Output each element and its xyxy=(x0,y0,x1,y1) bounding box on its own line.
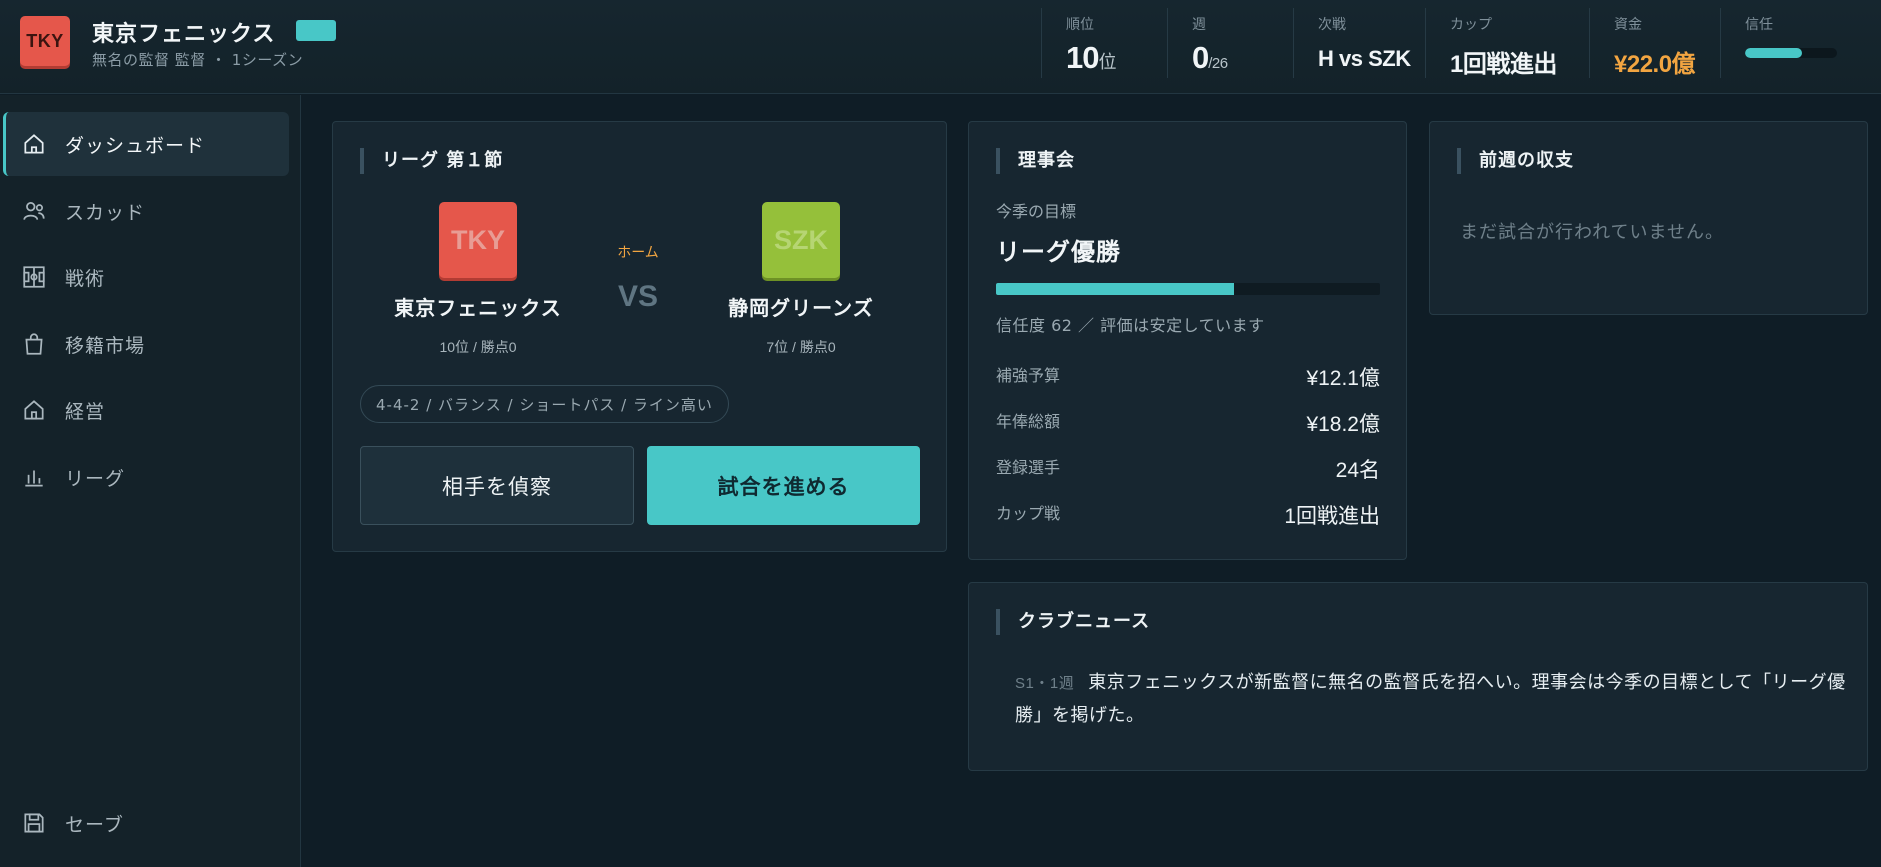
stat-funds-value: ¥22.0億 xyxy=(1614,51,1696,78)
finance-title: 前週の収支 xyxy=(1457,148,1574,174)
stat-cup-label: カップ xyxy=(1450,17,1492,33)
away-team-name: 静岡グリーンズ xyxy=(728,296,874,320)
sidebar-item-label: ダッシュボード xyxy=(65,134,206,157)
season-goal-value: リーグ優勝 xyxy=(996,238,1121,266)
stat-week-number: 0 xyxy=(1192,40,1209,75)
stat-next-label: 次戦 xyxy=(1318,17,1346,33)
stat-week: 週 0/26 xyxy=(1167,8,1293,78)
club-tag-badge xyxy=(296,20,336,41)
save-button[interactable]: セーブ xyxy=(3,791,289,855)
sidebar-item-label: スカッド xyxy=(65,201,146,224)
board-card: 理事会 今季の目標 リーグ優勝 信任度 62 ／ 評価は安定しています 補強予算… xyxy=(968,121,1407,560)
stat-rank-unit: 位 xyxy=(1098,52,1116,72)
stat-next-value: H vs SZK xyxy=(1318,46,1411,71)
stat-rank: 順位 10位 xyxy=(1041,8,1167,78)
play-match-button[interactable]: 試合を進める xyxy=(647,446,920,525)
row-value: 1回戦進出 xyxy=(1284,505,1380,528)
stat-cup-value: 1回戦進出 xyxy=(1450,51,1557,78)
stat-rank-value: 10位 xyxy=(1066,40,1167,76)
season-goal-label: 今季の目標 xyxy=(996,202,1077,221)
news-text: 東京フェニックスが新監督に無名の監督氏を招へい。理事会は今季の目標として「リーグ… xyxy=(1015,672,1846,726)
club-news-card: クラブニュース S1・1週 東京フェニックスが新監督に無名の監督氏を招へい。理事会… xyxy=(968,582,1868,771)
home-team-name: 東京フェニックス xyxy=(394,296,562,320)
row-key: 登録選手 xyxy=(996,458,1061,477)
news-date: S1・1週 xyxy=(1015,675,1075,692)
sidebar-item-league[interactable]: リーグ xyxy=(3,445,289,509)
tactics-board-icon xyxy=(21,264,47,290)
board-trust-text: 信任度 62 ／ 評価は安定しています xyxy=(996,316,1265,335)
sidebar-item-label: 戦術 xyxy=(65,267,106,290)
board-trust-fill xyxy=(996,283,1235,295)
row-value: ¥18.2億 xyxy=(1306,413,1380,436)
floppy-disk-icon xyxy=(21,810,47,836)
stat-week-value: 0/26 xyxy=(1192,40,1293,76)
save-label: セーブ xyxy=(65,813,124,836)
sidebar-item-squad[interactable]: スカッド xyxy=(3,179,289,243)
stat-trust-label: 信任 xyxy=(1745,17,1773,33)
row-key: カップ戦 xyxy=(996,504,1061,523)
stat-cup: カップ 1回戦進出 xyxy=(1425,8,1589,78)
stat-rank-number: 10 xyxy=(1066,40,1099,75)
trust-meter xyxy=(1745,48,1837,58)
users-icon xyxy=(21,198,47,224)
row-key: 年俸総額 xyxy=(996,412,1061,431)
trust-meter-fill xyxy=(1745,48,1803,58)
row-value: 24名 xyxy=(1335,459,1380,482)
home-team-badge: TKY xyxy=(439,202,517,278)
board-row-cup: カップ戦 1回戦進出 xyxy=(996,500,1380,530)
sidebar: ダッシュボード スカッド 戦術 移籍市場 経営 リーグ セーブ xyxy=(0,95,301,867)
scout-opponent-button[interactable]: 相手を偵察 xyxy=(360,446,634,525)
board-title: 理事会 xyxy=(996,148,1075,174)
board-row-registered-players: 登録選手 24名 xyxy=(996,454,1380,484)
manager-info: 無名の監督 監督 ・ 1シーズン xyxy=(92,51,304,69)
away-team-badge: SZK xyxy=(762,202,840,278)
top-header: TKY 東京フェニックス 無名の監督 監督 ・ 1シーズン 順位 10位 週 0… xyxy=(0,0,1881,94)
stat-rank-label: 順位 xyxy=(1066,17,1094,33)
finance-empty-message: まだ試合が行われていません。 xyxy=(1460,222,1725,243)
board-trust-bar xyxy=(996,283,1380,295)
home-indicator: ホーム xyxy=(617,245,659,261)
sidebar-item-tactics[interactable]: 戦術 xyxy=(3,245,289,309)
row-value: ¥12.1億 xyxy=(1306,367,1380,390)
club-badge: TKY xyxy=(20,16,70,66)
stat-trust: 信任 xyxy=(1720,8,1860,78)
club-name: 東京フェニックス xyxy=(92,22,276,47)
news-title: クラブニュース xyxy=(996,609,1150,635)
home-team-record: 10位 / 勝点0 xyxy=(439,339,517,355)
sidebar-item-label: 経営 xyxy=(65,400,106,423)
match-card: リーグ 第１節 TKY 東京フェニックス 10位 / 勝点0 ホーム VS SZ… xyxy=(332,121,947,552)
shopping-bag-icon xyxy=(21,331,47,357)
home-icon xyxy=(21,131,47,157)
versus-label: VS xyxy=(617,280,659,313)
sidebar-item-label: 移籍市場 xyxy=(65,334,146,357)
row-key: 補強予算 xyxy=(996,366,1061,385)
sidebar-item-label: リーグ xyxy=(65,467,126,490)
board-row-transfer-budget: 補強予算 ¥12.1億 xyxy=(996,362,1380,392)
stat-funds: 資金 ¥22.0億 xyxy=(1589,8,1720,78)
stat-next-match: 次戦 H vs SZK xyxy=(1293,8,1425,78)
away-team-record: 7位 / 勝点0 xyxy=(766,339,836,355)
bar-chart-icon xyxy=(21,464,47,490)
tactic-summary: 4-4-2 / バランス / ショートパス / ライン高い xyxy=(360,385,729,423)
match-title: リーグ 第１節 xyxy=(360,148,503,174)
weekly-finance-card: 前週の収支 まだ試合が行われていません。 xyxy=(1429,121,1868,315)
stat-week-label: 週 xyxy=(1192,17,1206,33)
sidebar-item-transfers[interactable]: 移籍市場 xyxy=(3,312,289,376)
stat-funds-label: 資金 xyxy=(1614,17,1642,33)
building-icon xyxy=(21,397,47,423)
stat-week-total: /26 xyxy=(1208,55,1228,72)
board-row-wage-total: 年俸総額 ¥18.2億 xyxy=(996,408,1380,438)
sidebar-item-dashboard[interactable]: ダッシュボード xyxy=(3,112,289,176)
sidebar-item-management[interactable]: 経営 xyxy=(3,378,289,442)
news-item: S1・1週 東京フェニックスが新監督に無名の監督氏を招へい。理事会は今季の目標とし… xyxy=(1015,667,1855,732)
